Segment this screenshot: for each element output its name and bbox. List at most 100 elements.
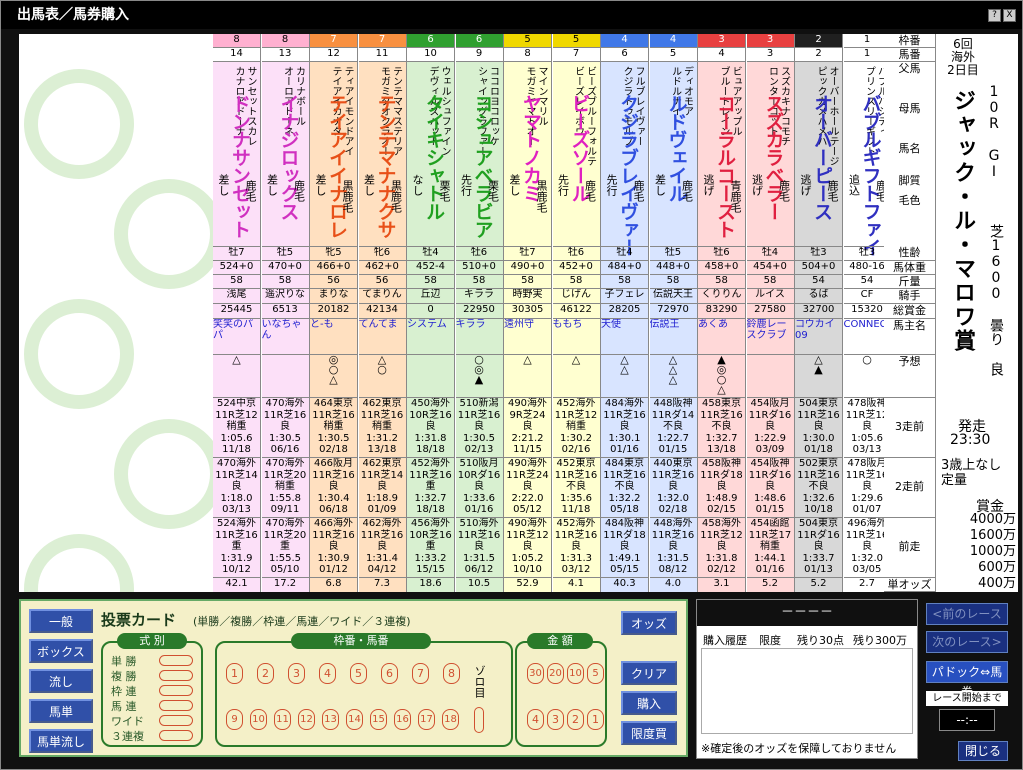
close-button[interactable]: 閉じる: [958, 741, 1008, 761]
owner-name: ももち: [552, 319, 600, 355]
bet-type-name: ３連複: [111, 730, 144, 743]
race-record-2: 484東京 11R芝16 不良 1:32.2 05/18: [601, 458, 648, 518]
countdown-label: レース開始まで: [926, 691, 1008, 706]
jockey: るば: [795, 289, 842, 304]
horse-number-button[interactable]: 18: [442, 709, 459, 730]
bet-mode-button[interactable]: 一般: [29, 609, 93, 633]
running-style: 先行: [556, 174, 570, 196]
horse-number-button[interactable]: 10: [250, 709, 267, 730]
jockey: くりりん: [698, 289, 745, 304]
race-conditions: 3歳上なし 定量: [941, 458, 1002, 488]
sex-age: 牡4: [407, 246, 454, 261]
amount-button[interactable]: 4: [527, 709, 544, 730]
horse-name[interactable]: ヨシュアベラビア: [470, 94, 497, 238]
ticket-action-button[interactable]: 限度買: [621, 721, 677, 745]
next-race-button[interactable]: 次のレース>: [926, 631, 1008, 653]
amount-button[interactable]: 10: [567, 663, 584, 684]
bet-type-check[interactable]: [159, 700, 193, 711]
horse-number-button[interactable]: 13: [322, 709, 339, 730]
amount-button[interactable]: 5: [587, 663, 604, 684]
horse-number-button[interactable]: 6: [381, 663, 398, 684]
row-label: 総賞金: [884, 304, 935, 319]
race-record-3: 504東京 11R芝16 良 1:30.0 01/18: [795, 398, 842, 458]
jockey: 丘辺: [407, 289, 454, 304]
bet-mode-button[interactable]: ボックス: [29, 639, 93, 663]
bet-type-check[interactable]: [159, 685, 193, 696]
bet-mode-button[interactable]: 流し: [29, 669, 93, 693]
prize-value: 4000万: [969, 512, 1016, 527]
horse-number-button[interactable]: 9: [226, 709, 243, 730]
history-col-money: 残り300万: [853, 634, 907, 647]
help-icon[interactable]: ?: [988, 9, 1001, 22]
race-record-1: 448海外 11R芝16 良 1:31.5 08/12: [649, 518, 697, 578]
coat-color: 鹿毛: [244, 180, 257, 202]
prize-list: 4000万 1600万 1000万 600万 400万: [956, 512, 1016, 592]
bet-mode-button[interactable]: 馬単流し: [29, 729, 93, 753]
horse-column: 5 7 ビーズブルーフォルテ ビーズレイボウ ビーズソール 先行 鹿毛 牡6 452+0 58 じげ…: [552, 34, 601, 592]
bet-mode-button[interactable]: 馬単: [29, 699, 93, 723]
horse-number: 12: [310, 48, 357, 62]
coat-color: 黒鹿毛: [535, 180, 548, 213]
horse-number: 5: [649, 48, 697, 62]
amount-label: 金 額: [527, 633, 593, 649]
paddock-toggle-button[interactable]: パドック⇔馬券: [926, 661, 1008, 699]
row-label: 2走前: [884, 458, 935, 518]
bet-type-check[interactable]: [159, 715, 193, 726]
bet-type-check[interactable]: [159, 730, 193, 741]
prediction-marks: △ △: [601, 355, 648, 398]
horse-name[interactable]: テイアイイナロレ: [324, 94, 351, 238]
bet-type-check[interactable]: [159, 670, 193, 681]
ticket-action-button[interactable]: オッズ: [621, 611, 677, 635]
horse-number-button[interactable]: 8: [443, 663, 460, 684]
running-style: 先行: [605, 174, 618, 196]
close-icon[interactable]: X: [1003, 9, 1016, 22]
bet-type-check[interactable]: [159, 655, 193, 666]
race-record-3: 458東京 11R芝16 不良 1:32.7 13/18: [698, 398, 745, 458]
jockey: 浅尾: [213, 289, 260, 304]
horse-number-button[interactable]: 4: [319, 663, 336, 684]
race-record-3: 450海外 10R芝16 良 1:31.8 18/18: [407, 398, 454, 458]
horse-name[interactable]: ドンナサンセット: [227, 94, 254, 238]
horse-number-button[interactable]: 12: [298, 709, 315, 730]
race-record-3: 490海外 9R芝24 良 2:21.2 11/15: [504, 398, 551, 458]
history-note: ※確定後のオッズを保障しておりません: [701, 742, 897, 755]
horse-name[interactable]: テンテマナナクサ: [373, 94, 400, 238]
ticket-action-button[interactable]: 購入: [621, 691, 677, 715]
sex-age: 牝5: [310, 246, 357, 261]
horse-number-button[interactable]: 14: [346, 709, 363, 730]
horse-name[interactable]: バブルギフトファイ: [858, 94, 885, 256]
horse-number-button[interactable]: 7: [412, 663, 429, 684]
horse-number-button[interactable]: 3: [288, 663, 305, 684]
amount-button[interactable]: 1: [587, 709, 604, 730]
horse-number-button[interactable]: 16: [394, 709, 411, 730]
carried-weight: 58: [261, 275, 309, 289]
amount-button[interactable]: 3: [547, 709, 564, 730]
horse-number-button[interactable]: 2: [257, 663, 274, 684]
total-prize: 22950: [455, 304, 503, 319]
horse-number-button[interactable]: 1: [226, 663, 243, 684]
race-record-3: 484海外 11R芝16 良 1:30.1 01/16: [601, 398, 648, 458]
history-list[interactable]: [701, 648, 913, 734]
prev-race-button[interactable]: <前のレース: [926, 603, 1008, 625]
horse-number-button[interactable]: 11: [274, 709, 291, 730]
horse-number-button[interactable]: 15: [370, 709, 387, 730]
horse-name[interactable]: クジラブレイヴァー: [615, 94, 642, 256]
horse-column: 6 9 ココロヨコロッケ シャイングラファー ヨシュアベラビア 先行 栗毛 牡6 510+0 58…: [455, 34, 504, 592]
jockey: ルイス: [746, 289, 794, 304]
horse-name[interactable]: コーラルコースト: [712, 94, 739, 238]
prize-value: 400万: [978, 576, 1016, 591]
ticket-action-button[interactable]: クリア: [621, 661, 677, 685]
history-col-limit: 限度: [759, 634, 781, 647]
race-record-1: 504東京 11Rダ16 良 1:33.7 01/13: [795, 518, 842, 578]
amount-button[interactable]: 2: [567, 709, 584, 730]
row-label: 3走前: [884, 398, 935, 458]
amount-button[interactable]: 20: [547, 663, 564, 684]
horse-number-button[interactable]: 5: [350, 663, 367, 684]
win-odds: 18.6: [419, 578, 442, 589]
zoro-button[interactable]: [474, 707, 484, 733]
amount-button[interactable]: 30: [527, 663, 544, 684]
total-prize: 0: [407, 304, 454, 319]
body-weight: 462+0: [358, 261, 406, 275]
horse-number-button[interactable]: 17: [418, 709, 435, 730]
running-style: 逃げ: [702, 174, 715, 196]
